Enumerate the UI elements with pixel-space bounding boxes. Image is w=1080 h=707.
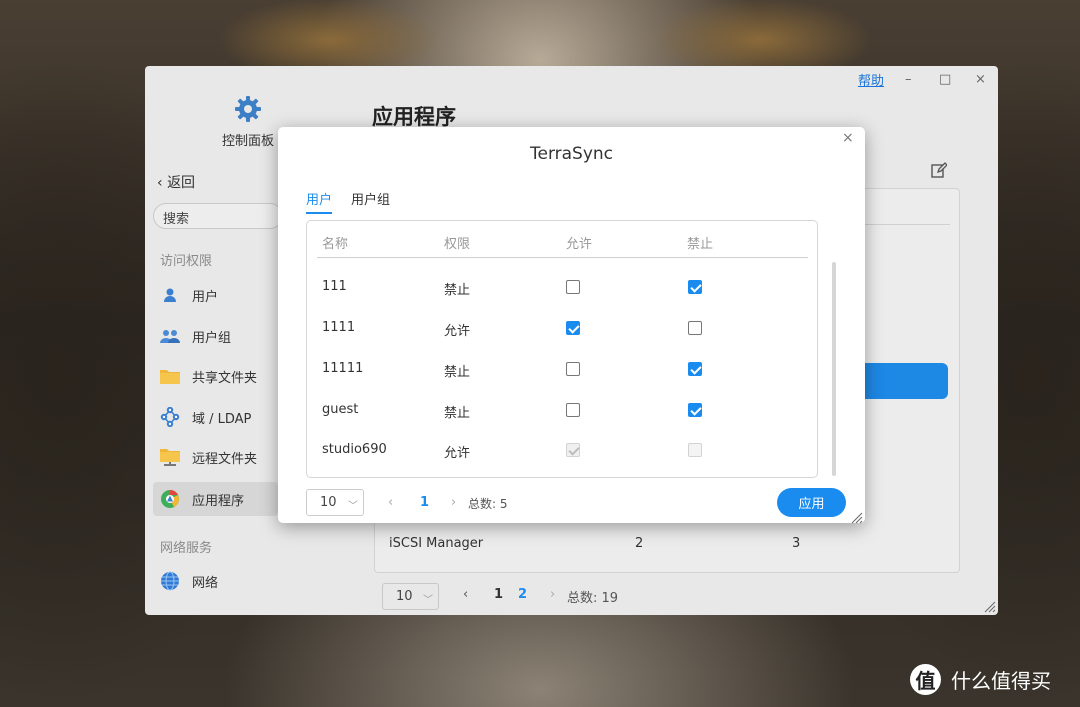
page-2-button[interactable]: 2 (518, 587, 527, 602)
sidebar-label: 用户 (192, 289, 219, 305)
gear-icon (235, 96, 261, 122)
permission-cell: 禁止 (444, 283, 471, 298)
watermark-text: 什么值得买 (951, 669, 1051, 693)
user-name-cell: 111 (322, 279, 347, 294)
sidebar-label: 应用程序 (192, 493, 245, 509)
page-size-value: 10 (320, 495, 337, 510)
folder-icon (159, 365, 181, 387)
column-header-permission: 权限 (444, 237, 471, 252)
selected-row-highlight[interactable] (862, 363, 948, 399)
help-link[interactable]: 帮助 (858, 70, 884, 89)
back-button[interactable]: ‹ 返回 (157, 172, 195, 192)
allow-checkbox[interactable] (566, 362, 580, 376)
resize-handle-icon[interactable] (982, 599, 996, 613)
tab-users[interactable]: 用户 (306, 189, 333, 214)
page-1-button[interactable]: 1 (420, 495, 429, 510)
chevron-down-icon: ﹀ (423, 595, 433, 606)
app-icon (159, 488, 181, 510)
sidebar-label: 网络 (192, 575, 219, 591)
user-name-cell: studio690 (322, 442, 387, 457)
chevron-down-icon: ﹀ (348, 501, 358, 512)
table-row: 111 禁止 (307, 267, 817, 307)
header-divider (317, 257, 808, 258)
allow-checkbox[interactable] (566, 280, 580, 294)
sidebar-item-applications[interactable]: 应用程序 (153, 482, 278, 516)
table-row: 1111 允许 (307, 308, 817, 348)
remote-folder-icon (159, 446, 181, 468)
apply-button[interactable]: 应用 (777, 488, 846, 517)
user-name-cell: 1111 (322, 320, 356, 335)
sidebar-label: 用户组 (192, 330, 232, 346)
resize-handle-icon[interactable] (849, 510, 863, 524)
permissions-table: 名称 权限 允许 禁止 111 禁止 1111 允许 11111 禁止 gues… (306, 220, 818, 478)
permission-cell: 允许 (444, 324, 471, 339)
page-size-select[interactable]: 10 ﹀ (306, 489, 364, 516)
vertical-scrollbar[interactable] (832, 262, 836, 476)
maximize-button[interactable]: □ (939, 72, 951, 87)
chevron-left-icon: ‹ (157, 175, 163, 191)
sidebar-item-ldap[interactable]: 域 / LDAP (153, 400, 278, 434)
search-input[interactable]: 搜索 (153, 203, 283, 229)
close-button[interactable]: × (975, 72, 986, 87)
page-1-button[interactable]: 1 (494, 587, 503, 602)
user-name-cell: 11111 (322, 361, 364, 376)
edit-icon[interactable] (931, 162, 947, 178)
network-icon (159, 570, 181, 592)
ldap-icon (159, 406, 181, 428)
permission-cell: 允许 (444, 446, 471, 461)
app-count-cell: 2 (635, 536, 644, 551)
section-access: 访问权限 (160, 254, 213, 269)
page-size-value: 10 (396, 589, 413, 604)
watermark-logo: 值 (910, 664, 941, 695)
allow-checkbox (566, 443, 580, 457)
column-header-name: 名称 (322, 237, 349, 252)
column-header-allow: 允许 (566, 237, 593, 252)
watermark: 值 什么值得买 (910, 664, 1051, 695)
next-page-button[interactable]: › (451, 495, 456, 510)
user-name-cell: guest (322, 402, 359, 417)
app-name-cell: iSCSI Manager (389, 536, 484, 551)
permission-cell: 禁止 (444, 406, 471, 421)
sidebar-label: 远程文件夹 (192, 451, 258, 467)
sidebar-item-remote-folders[interactable]: 远程文件夹 (153, 440, 278, 474)
sidebar-item-groups[interactable]: 用户组 (153, 319, 278, 353)
column-header-deny: 禁止 (687, 237, 714, 252)
deny-checkbox (688, 443, 702, 457)
total-count: 总数: 19 (567, 591, 619, 606)
allow-checkbox[interactable] (566, 403, 580, 417)
sidebar-label: 域 / LDAP (192, 411, 252, 427)
prev-page-button[interactable]: ‹ (388, 495, 393, 510)
table-row: guest 禁止 (307, 390, 817, 430)
sidebar-item-network[interactable]: 网络 (153, 564, 278, 598)
permission-cell: 禁止 (444, 365, 471, 380)
section-network: 网络服务 (160, 541, 213, 556)
back-label: 返回 (167, 175, 196, 191)
page-size-select[interactable]: 10 ﹀ (382, 583, 439, 610)
deny-checkbox[interactable] (688, 362, 702, 376)
terrasync-permissions-dialog: × TerraSync 用户 用户组 名称 权限 允许 禁止 111 禁止 11… (278, 127, 865, 524)
table-row: 11111 禁止 (307, 349, 817, 389)
dialog-title: TerraSync (529, 144, 614, 164)
deny-checkbox[interactable] (688, 403, 702, 417)
group-icon (159, 325, 181, 347)
minimize-button[interactable]: – (905, 72, 912, 87)
user-icon (159, 284, 181, 306)
deny-checkbox[interactable] (688, 280, 702, 294)
control-panel-label: 控制面板 (222, 134, 275, 149)
sidebar-label: 共享文件夹 (192, 370, 258, 386)
sidebar-item-shared-folders[interactable]: 共享文件夹 (153, 359, 278, 393)
deny-checkbox[interactable] (688, 321, 702, 335)
next-page-button[interactable]: › (550, 587, 555, 602)
sidebar-item-users[interactable]: 用户 (153, 278, 278, 312)
total-count: 总数: 5 (468, 497, 508, 511)
app-count-cell: 3 (792, 536, 801, 551)
table-row: studio690 允许 (307, 430, 817, 470)
allow-checkbox[interactable] (566, 321, 580, 335)
prev-page-button[interactable]: ‹ (463, 587, 468, 602)
tab-groups[interactable]: 用户组 (351, 189, 390, 212)
